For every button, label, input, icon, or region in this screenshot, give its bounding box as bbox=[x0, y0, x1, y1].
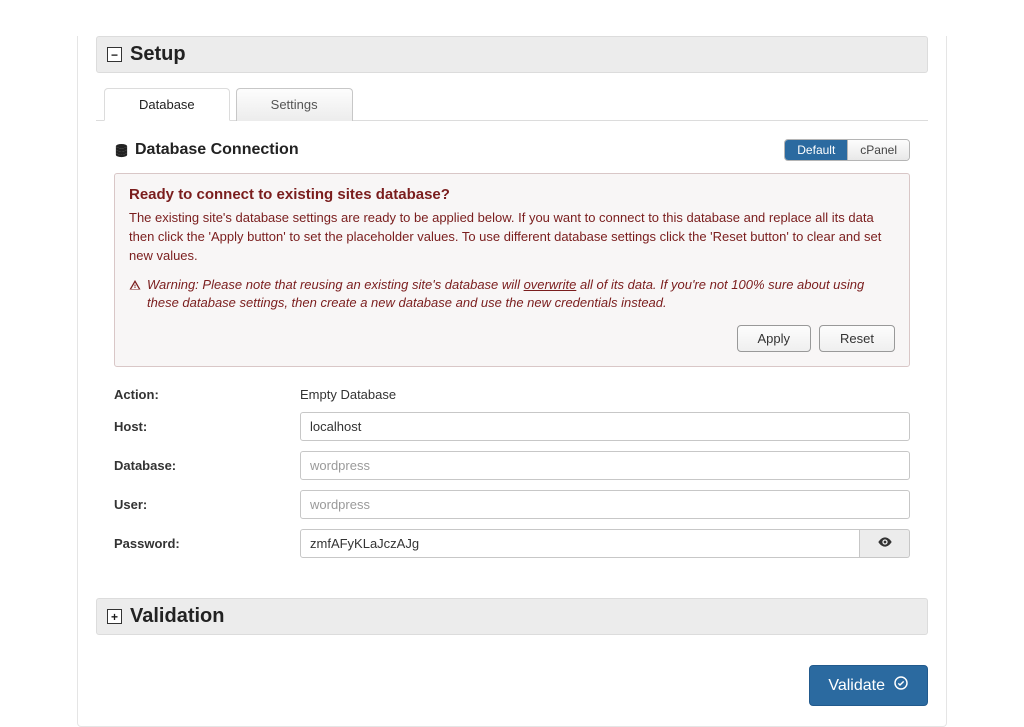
label-user: User: bbox=[114, 497, 300, 512]
label-host: Host: bbox=[114, 419, 300, 434]
value-action: Empty Database bbox=[300, 387, 910, 402]
label-action: Action: bbox=[114, 387, 300, 402]
eye-icon bbox=[877, 534, 893, 553]
validation-panel: + Validation bbox=[96, 598, 928, 635]
tab-settings[interactable]: Settings bbox=[236, 88, 353, 121]
row-user: User: bbox=[114, 490, 910, 519]
section-title-text: Database Connection bbox=[135, 141, 299, 159]
setup-panel-header[interactable]: − Setup bbox=[96, 36, 928, 73]
db-form: Action: Empty Database Host: Database: bbox=[114, 387, 910, 558]
connection-mode-pills: Default cPanel bbox=[784, 139, 910, 161]
plus-icon: + bbox=[107, 609, 122, 624]
notice-body: The existing site's database settings ar… bbox=[129, 209, 895, 266]
check-circle-icon bbox=[893, 675, 909, 696]
user-input[interactable] bbox=[300, 490, 910, 519]
warning-overwrite: overwrite bbox=[524, 277, 577, 292]
row-password: Password: bbox=[114, 529, 910, 558]
database-notice: Ready to connect to existing sites datab… bbox=[114, 173, 910, 367]
row-host: Host: bbox=[114, 412, 910, 441]
setup-body: Database Settings Database Connection De… bbox=[96, 73, 928, 558]
validate-label: Validate bbox=[828, 677, 885, 695]
notice-title: Ready to connect to existing sites datab… bbox=[129, 186, 895, 203]
toggle-password-button[interactable] bbox=[860, 529, 910, 558]
label-database: Database: bbox=[114, 458, 300, 473]
setup-title: Setup bbox=[130, 43, 186, 66]
validate-row: Validate bbox=[96, 665, 928, 706]
label-password: Password: bbox=[114, 536, 300, 551]
host-input[interactable] bbox=[300, 412, 910, 441]
warning-prefix: Warning: Please note that reusing an exi… bbox=[147, 277, 524, 292]
database-icon bbox=[114, 143, 129, 158]
tabs-row: Database Settings bbox=[96, 87, 928, 121]
reset-button[interactable]: Reset bbox=[819, 325, 895, 352]
validation-title: Validation bbox=[130, 605, 224, 628]
warning-icon bbox=[129, 278, 141, 314]
row-database: Database: bbox=[114, 451, 910, 480]
database-input[interactable] bbox=[300, 451, 910, 480]
row-action: Action: Empty Database bbox=[114, 387, 910, 402]
minus-icon: − bbox=[107, 47, 122, 62]
notice-warning: Warning: Please note that reusing an exi… bbox=[129, 276, 895, 314]
pill-default[interactable]: Default bbox=[785, 140, 847, 160]
setup-panel: − Setup Database Settings Database Conne… bbox=[96, 36, 928, 558]
notice-actions: Apply Reset bbox=[129, 325, 895, 352]
validate-button[interactable]: Validate bbox=[809, 665, 928, 706]
section-heading-row: Database Connection Default cPanel bbox=[114, 139, 910, 161]
password-group bbox=[300, 529, 910, 558]
main-card: − Setup Database Settings Database Conne… bbox=[77, 36, 947, 727]
validation-panel-header[interactable]: + Validation bbox=[96, 598, 928, 635]
tab-database[interactable]: Database bbox=[104, 88, 230, 121]
password-input[interactable] bbox=[300, 529, 860, 558]
database-connection-heading: Database Connection bbox=[114, 141, 299, 159]
pill-cpanel[interactable]: cPanel bbox=[847, 140, 909, 160]
apply-button[interactable]: Apply bbox=[737, 325, 812, 352]
